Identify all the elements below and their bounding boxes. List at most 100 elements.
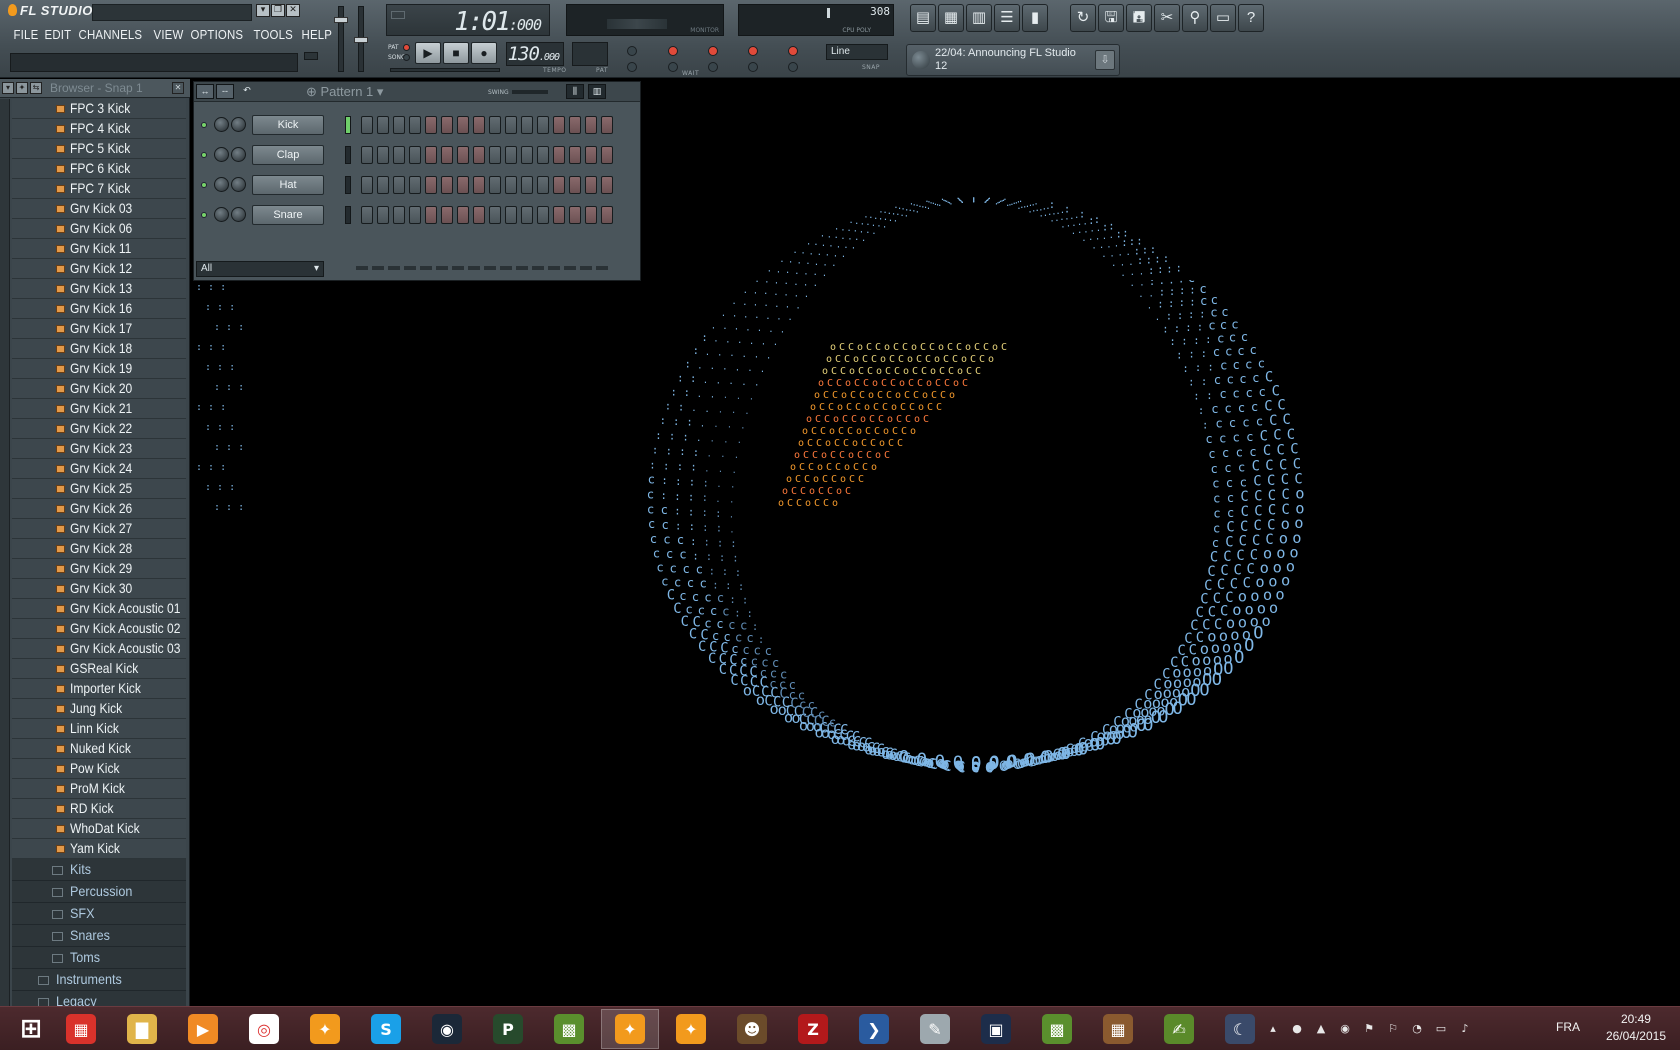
- browser-file-item[interactable]: Grv Kick 18: [12, 339, 186, 359]
- browser-file-item[interactable]: Grv Kick 12: [12, 259, 186, 279]
- browser-file-item[interactable]: Grv Kick 24: [12, 459, 186, 479]
- browser-file-item[interactable]: Grv Kick 29: [12, 559, 186, 579]
- minecraft-icon-2[interactable]: ▩: [1028, 1009, 1086, 1049]
- step-button[interactable]: [569, 116, 581, 134]
- channel-volume-knob[interactable]: [231, 147, 246, 162]
- step-button[interactable]: [425, 146, 437, 164]
- record-button[interactable]: ●: [471, 42, 497, 64]
- option-led-2[interactable]: [668, 46, 678, 56]
- snap-select[interactable]: Line: [826, 44, 888, 60]
- step-button[interactable]: [441, 116, 453, 134]
- step-button[interactable]: [425, 116, 437, 134]
- step-button[interactable]: [473, 116, 485, 134]
- rack-undo-icon[interactable]: ↶: [238, 84, 256, 99]
- step-button[interactable]: [489, 176, 501, 194]
- browser-file-item[interactable]: FPC 5 Kick: [12, 139, 186, 159]
- browser-file-item[interactable]: Grv Kick 25: [12, 479, 186, 499]
- editor-icon[interactable]: ✍: [1150, 1009, 1208, 1049]
- menu-file[interactable]: FILE: [10, 27, 42, 49]
- pattern-number-display[interactable]: [572, 42, 608, 66]
- browser-file-item[interactable]: Grv Kick 11: [12, 239, 186, 259]
- paint-icon[interactable]: ✎: [906, 1009, 964, 1049]
- rack-view-icon[interactable]: --: [216, 84, 234, 99]
- channel-pan-knob[interactable]: [214, 207, 229, 222]
- metro-apps-icon[interactable]: ▦: [52, 1009, 110, 1049]
- browser-file-item[interactable]: Grv Kick 19: [12, 359, 186, 379]
- step-button[interactable]: [553, 176, 565, 194]
- step-button[interactable]: [585, 176, 597, 194]
- step-button[interactable]: [409, 206, 421, 224]
- step-sequencer-icon[interactable]: ▦: [938, 4, 964, 32]
- channel-name-button[interactable]: Clap: [252, 145, 324, 165]
- action-center-icon[interactable]: ⚐: [1386, 1022, 1400, 1036]
- browser-snap-icon[interactable]: ⇆: [30, 82, 42, 94]
- magnify-icon[interactable]: ⚲: [1182, 4, 1208, 32]
- browser-folder-item[interactable]: Kits: [12, 859, 186, 881]
- step-button[interactable]: [457, 146, 469, 164]
- channel-mute-led[interactable]: [201, 122, 207, 128]
- channel-select-indicator[interactable]: [345, 116, 351, 134]
- browser-icon[interactable]: ☰: [994, 4, 1020, 32]
- channel-name-button[interactable]: Snare: [252, 205, 324, 225]
- channel-volume-knob[interactable]: [231, 177, 246, 192]
- step-button[interactable]: [601, 206, 613, 224]
- pattern-selector[interactable]: ⊕ Pattern 1 ▾: [306, 84, 383, 100]
- swing-slider[interactable]: [512, 90, 548, 94]
- channel-select-indicator[interactable]: [345, 146, 351, 164]
- browser-file-item[interactable]: FPC 6 Kick: [12, 159, 186, 179]
- menu-edit[interactable]: EDIT: [41, 27, 75, 49]
- browser-folder-item[interactable]: SFX: [12, 903, 186, 925]
- browser-file-item[interactable]: Grv Kick Acoustic 03: [12, 639, 186, 659]
- menu-options[interactable]: OPTIONS: [187, 27, 247, 49]
- step-button[interactable]: [473, 146, 485, 164]
- step-button[interactable]: [409, 146, 421, 164]
- browser-file-item[interactable]: Grv Kick 03: [12, 199, 186, 219]
- channel-mute-led[interactable]: [201, 212, 207, 218]
- step-button[interactable]: [569, 176, 581, 194]
- browser-file-item[interactable]: Grv Kick 13: [12, 279, 186, 299]
- step-button[interactable]: [569, 206, 581, 224]
- step-button[interactable]: [361, 146, 373, 164]
- browser-file-item[interactable]: Yam Kick: [12, 839, 186, 859]
- step-button[interactable]: [537, 206, 549, 224]
- step-button[interactable]: [393, 146, 405, 164]
- chrome-icon[interactable]: ◎: [235, 1009, 293, 1049]
- browser-file-item[interactable]: Pow Kick: [12, 759, 186, 779]
- cut-icon[interactable]: ✂: [1154, 4, 1180, 32]
- file-explorer-icon[interactable]: ▇: [113, 1009, 171, 1049]
- step-button[interactable]: [473, 176, 485, 194]
- browser-pin-icon[interactable]: ✦: [16, 82, 28, 94]
- fl-studio-icon-2[interactable]: ✦: [662, 1009, 720, 1049]
- undo-icon[interactable]: ↻: [1070, 4, 1096, 32]
- step-button[interactable]: [569, 146, 581, 164]
- step-button[interactable]: [505, 116, 517, 134]
- media-player-icon[interactable]: ▶: [174, 1009, 232, 1049]
- step-button[interactable]: [537, 146, 549, 164]
- song-position-bar[interactable]: [390, 68, 500, 72]
- drive-icon[interactable]: ▲: [1314, 1022, 1328, 1036]
- piano-roll-icon[interactable]: ▥: [966, 4, 992, 32]
- minecraft-icon[interactable]: ▩: [540, 1009, 598, 1049]
- ptb-icon[interactable]: P: [479, 1009, 537, 1049]
- step-button[interactable]: [601, 116, 613, 134]
- battery-icon[interactable]: ▭: [1434, 1022, 1448, 1036]
- hint-toggle[interactable]: [304, 52, 318, 60]
- menu-channels[interactable]: CHANNELS: [75, 27, 146, 49]
- step-button[interactable]: [393, 206, 405, 224]
- browser-file-item[interactable]: Grv Kick 26: [12, 499, 186, 519]
- browser-file-item[interactable]: Nuked Kick: [12, 739, 186, 759]
- channel-filter-select[interactable]: All ▾: [196, 261, 324, 277]
- browser-collapse-icon[interactable]: ▾: [2, 82, 14, 94]
- channel-mute-led[interactable]: [201, 152, 207, 158]
- download-icon[interactable]: ⇩: [1095, 50, 1115, 70]
- song-position-display[interactable]: 1:01:000: [386, 4, 550, 37]
- flag-icon[interactable]: ⚑: [1362, 1022, 1376, 1036]
- browser-file-item[interactable]: Grv Kick 27: [12, 519, 186, 539]
- browser-file-item[interactable]: Grv Kick Acoustic 01: [12, 599, 186, 619]
- step-button[interactable]: [489, 146, 501, 164]
- crafting-table-icon[interactable]: ▦: [1089, 1009, 1147, 1049]
- step-button[interactable]: [457, 176, 469, 194]
- step-button[interactable]: [409, 176, 421, 194]
- browser-file-item[interactable]: Grv Kick 16: [12, 299, 186, 319]
- fl-studio-active-icon[interactable]: ✦: [601, 1009, 659, 1049]
